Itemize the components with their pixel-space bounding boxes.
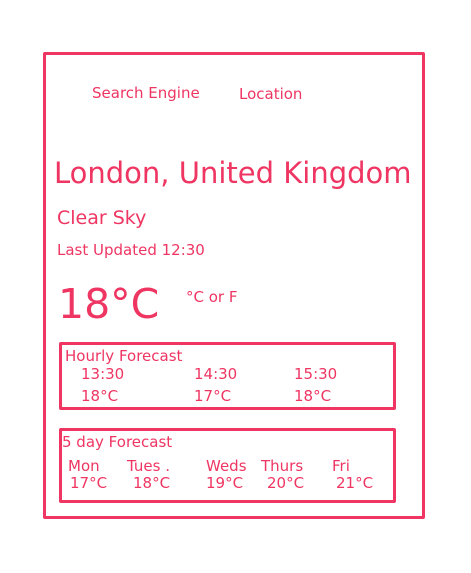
unit-toggle[interactable]: °C or F (186, 288, 237, 306)
daily-temp: 18°C (133, 474, 171, 492)
hourly-time: 13:30 (81, 365, 125, 383)
daily-temp: 17°C (70, 474, 108, 492)
daily-day: Fri (332, 457, 350, 475)
last-updated: Last Updated 12:30 (57, 241, 205, 259)
current-temperature: 18°C (58, 280, 160, 328)
daily-temp: 21°C (336, 474, 374, 492)
daily-day: Mon (68, 457, 100, 475)
hourly-temp: 18°C (294, 387, 332, 405)
daily-forecast-title: 5 day Forecast (62, 433, 173, 451)
daily-day: Thurs (261, 457, 304, 475)
weather-condition: Clear Sky (57, 207, 147, 229)
city-title: London, United Kingdom (54, 156, 412, 190)
hourly-temp: 18°C (81, 387, 119, 405)
location-link[interactable]: Location (239, 85, 302, 103)
hourly-temp: 17°C (194, 387, 232, 405)
daily-day: Weds (206, 457, 247, 475)
hourly-forecast-title: Hourly Forecast (65, 347, 183, 365)
daily-temp: 20°C (267, 474, 305, 492)
daily-day: Tues . (127, 457, 170, 475)
search-engine-link[interactable]: Search Engine (92, 84, 200, 102)
hourly-time: 14:30 (194, 365, 238, 383)
hourly-time: 15:30 (294, 365, 338, 383)
daily-temp: 19°C (206, 474, 244, 492)
